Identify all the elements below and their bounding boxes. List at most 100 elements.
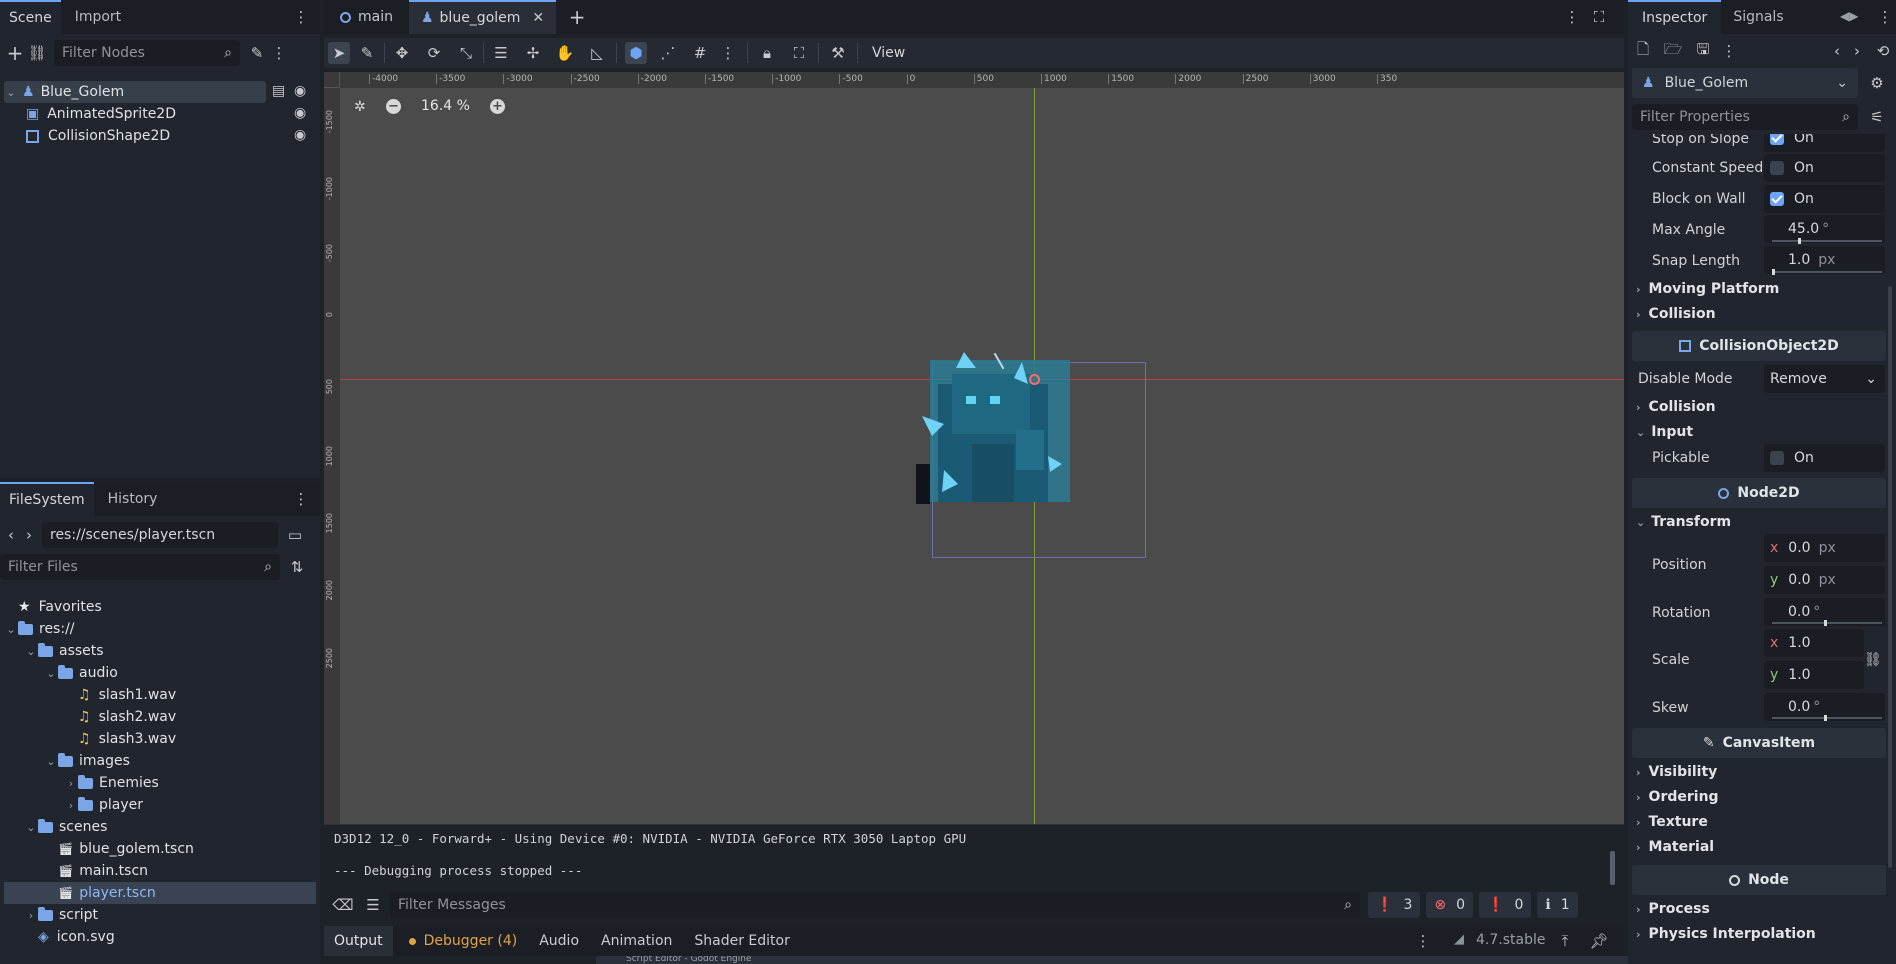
menu-dots-icon[interactable]: ⋮ bbox=[1561, 6, 1583, 28]
pin-icon[interactable]: 📌︎ bbox=[1588, 930, 1610, 952]
script-icon[interactable]: ✎ bbox=[246, 42, 268, 64]
file-tree-item[interactable]: ⌄ scenes bbox=[4, 816, 316, 838]
tab-import[interactable]: Import bbox=[61, 0, 135, 34]
lock-icon[interactable]: 🔒︎ bbox=[756, 42, 778, 64]
sort-icon[interactable]: ⇅ bbox=[286, 556, 308, 578]
node-animated-sprite[interactable]: ▣ AnimatedSprite2D ◉ bbox=[26, 103, 314, 125]
chevron-down-icon[interactable]: ⌄ bbox=[44, 667, 58, 680]
file-tree-item[interactable]: ⌄ audio bbox=[4, 662, 316, 684]
tab-filesystem[interactable]: FileSystem bbox=[0, 482, 94, 516]
tab-signals[interactable]: Signals bbox=[1721, 0, 1795, 34]
class-header-collision-object[interactable]: CollisionObject2D bbox=[1632, 331, 1886, 361]
filter-messages-input[interactable]: Filter Messages ⌕ bbox=[390, 892, 1360, 918]
chevron-down-icon[interactable]: ⌄ bbox=[24, 821, 38, 834]
section-ordering[interactable]: › Ordering bbox=[1632, 785, 1886, 809]
menu-dots-icon[interactable]: ⋮ bbox=[290, 6, 312, 28]
file-tree-item[interactable]: › script bbox=[4, 904, 316, 926]
open-folder-icon[interactable]: 🗁︎ bbox=[1662, 40, 1684, 62]
filter-files-input[interactable]: Filter Files ⌕ bbox=[0, 554, 280, 580]
select-tool-icon[interactable]: ➤ bbox=[328, 42, 350, 64]
stop-on-slope-checkbox[interactable]: On bbox=[1764, 134, 1885, 152]
center-view-icon[interactable]: ✲ bbox=[354, 99, 366, 115]
pickable-checkbox[interactable]: On bbox=[1764, 444, 1885, 472]
tab-inspector[interactable]: Inspector bbox=[1628, 0, 1722, 34]
section-transform[interactable]: ⌄ Transform bbox=[1632, 510, 1886, 534]
filter-errors-button[interactable]: ⊗ 0 bbox=[1426, 892, 1474, 918]
script-icon[interactable]: ▤ bbox=[272, 83, 285, 99]
save-icon[interactable]: 🖫︎ bbox=[1692, 40, 1714, 62]
link-scale-icon[interactable]: ⛓ bbox=[1864, 652, 1882, 668]
section-texture[interactable]: › Texture bbox=[1632, 810, 1886, 834]
file-tree-item[interactable]: ★ Favorites bbox=[4, 596, 316, 618]
section-input[interactable]: ⌄ Input bbox=[1632, 420, 1886, 444]
inspector-scrollbar[interactable] bbox=[1888, 286, 1892, 868]
dock-move-icon[interactable]: ◀▶ bbox=[1840, 9, 1858, 23]
golem-sprite[interactable] bbox=[916, 344, 1076, 504]
file-tree-item[interactable]: ◈ icon.svg bbox=[4, 926, 316, 948]
chevron-right-icon[interactable]: › bbox=[64, 799, 78, 812]
section-moving-platform[interactable]: › Moving Platform bbox=[1632, 277, 1886, 301]
chevron-down-icon[interactable]: ⌄ bbox=[44, 755, 58, 768]
zoom-level[interactable]: 16.4 % bbox=[421, 98, 470, 114]
forward-arrow-icon[interactable]: › bbox=[20, 524, 38, 546]
file-tree-item[interactable]: ⌄ assets bbox=[4, 640, 316, 662]
filter-nodes-input[interactable]: Filter Nodes ⌕ bbox=[54, 40, 240, 66]
file-tree-item[interactable]: 🎬︎ main.tscn bbox=[4, 860, 316, 882]
add-tab-icon[interactable]: + bbox=[566, 5, 588, 29]
menu-dots-icon[interactable]: ⋮ bbox=[717, 42, 739, 64]
block-on-wall-checkbox[interactable]: On bbox=[1764, 185, 1885, 213]
pivot-tool-icon[interactable]: ✢ bbox=[522, 42, 544, 64]
bone-icon[interactable]: ⚒ bbox=[827, 42, 849, 64]
menu-dots-icon[interactable]: ⋮ bbox=[268, 42, 290, 64]
class-header-node2d[interactable]: Node2D bbox=[1632, 478, 1886, 508]
fullscreen-icon[interactable]: ⛶ bbox=[1588, 6, 1610, 28]
history-icon[interactable]: ⟲ bbox=[1872, 40, 1894, 62]
clear-icon[interactable]: ⌫ bbox=[332, 894, 354, 916]
rotate-tool-icon[interactable]: ⟳ bbox=[423, 42, 445, 64]
position-x-field[interactable]: x 0.0 px bbox=[1764, 534, 1885, 562]
file-tree-item[interactable]: 🎬︎ player.tscn bbox=[4, 882, 316, 904]
position-y-field[interactable]: y 0.0 px bbox=[1764, 566, 1885, 594]
grid-snap-icon[interactable]: # bbox=[689, 42, 711, 64]
file-tree-item[interactable]: 🎬︎ blue_golem.tscn bbox=[4, 838, 316, 860]
close-icon[interactable]: ✕ bbox=[532, 10, 544, 26]
history-forward-icon[interactable]: › bbox=[1846, 40, 1868, 62]
file-tree-item[interactable]: ♫ slash1.wav bbox=[4, 684, 316, 706]
tab-scene[interactable]: Scene bbox=[0, 0, 61, 34]
object-menu-icon[interactable]: ⚙ bbox=[1866, 72, 1888, 94]
node-blue-golem[interactable]: ⌄ ♟ Blue_Golem ▤ ◉ bbox=[4, 81, 314, 103]
tab-main[interactable]: main bbox=[324, 0, 409, 34]
visibility-eye-icon[interactable]: ◉ bbox=[294, 127, 306, 143]
tab-debugger[interactable]: Debugger (4) bbox=[408, 933, 517, 949]
file-tree-item[interactable]: ♫ slash2.wav bbox=[4, 706, 316, 728]
section-collision-2[interactable]: › Collision bbox=[1632, 395, 1886, 419]
new-resource-icon[interactable]: 🗋︎ bbox=[1632, 40, 1654, 62]
disable-mode-dropdown[interactable]: Remove ⌄ bbox=[1764, 365, 1885, 393]
section-process[interactable]: › Process bbox=[1632, 897, 1886, 921]
section-physics-interpolation[interactable]: › Physics Interpolation bbox=[1632, 922, 1886, 946]
menu-dots-icon[interactable]: ⋮ bbox=[1412, 930, 1434, 952]
file-tree-item[interactable]: ⌄ images bbox=[4, 750, 316, 772]
history-back-icon[interactable]: ‹ bbox=[1826, 40, 1848, 62]
node-collision-shape[interactable]: CollisionShape2D ◉ bbox=[26, 125, 314, 147]
filter-warnings-button[interactable]: ❗ 0 bbox=[1479, 892, 1532, 918]
snap-length-slider[interactable]: 1.0 px bbox=[1764, 246, 1885, 274]
max-angle-slider[interactable]: 45.0 ° bbox=[1764, 215, 1885, 243]
toggle-search-icon[interactable]: ☰ bbox=[362, 894, 384, 916]
class-header-canvas-item[interactable]: ✎ CanvasItem bbox=[1632, 728, 1886, 758]
split-view-icon[interactable]: ▭ bbox=[284, 524, 306, 546]
section-visibility[interactable]: › Visibility bbox=[1632, 760, 1886, 784]
scrollbar[interactable] bbox=[1610, 851, 1615, 885]
zoom-in-icon[interactable]: + bbox=[489, 98, 505, 114]
class-header-node[interactable]: Node bbox=[1632, 865, 1886, 895]
add-node-icon[interactable]: + bbox=[4, 41, 26, 65]
property-options-icon[interactable]: ⚟ bbox=[1866, 106, 1888, 128]
view-menu[interactable]: View bbox=[872, 45, 905, 61]
tab-audio[interactable]: Audio bbox=[539, 933, 579, 949]
filter-all-button[interactable]: ❗ 3 bbox=[1368, 892, 1421, 918]
expand-panel-icon[interactable]: ⤒ bbox=[1554, 930, 1576, 952]
object-selector[interactable]: ♟ Blue_Golem ⌄ bbox=[1632, 68, 1858, 98]
scale-tool-icon[interactable]: ⤡ bbox=[455, 42, 477, 64]
file-tree-item[interactable]: › player bbox=[4, 794, 316, 816]
fold-arrow-icon[interactable]: ⌄ bbox=[4, 86, 18, 99]
